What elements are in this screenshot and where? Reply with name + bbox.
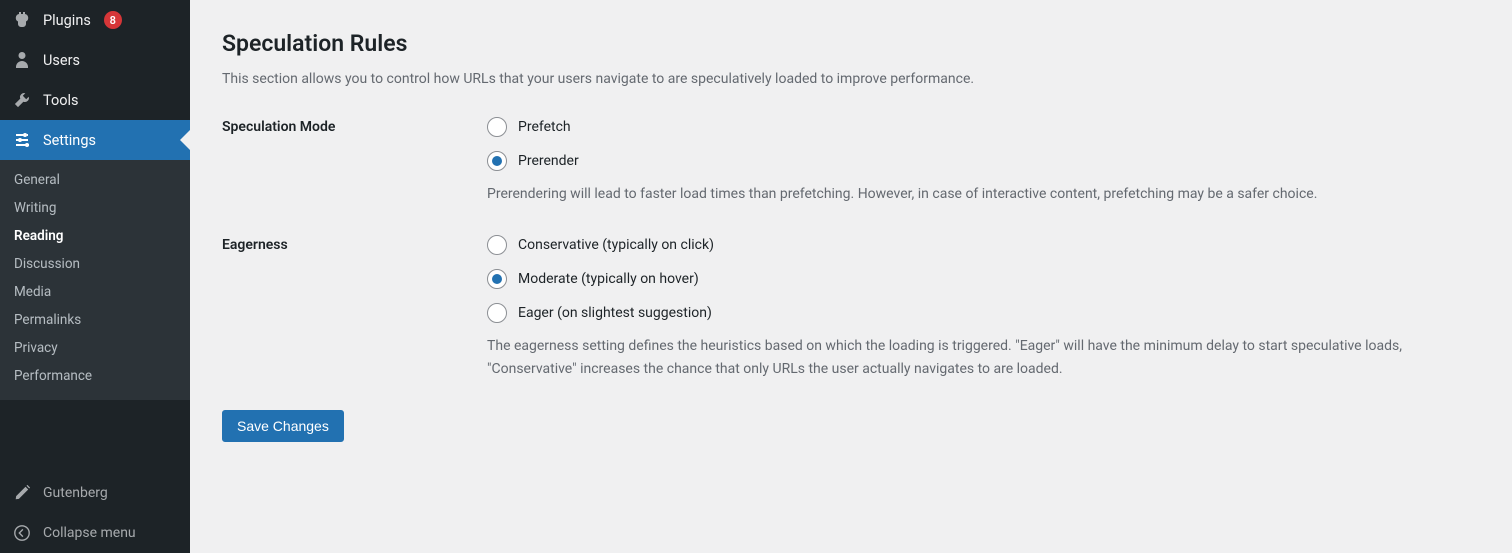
submenu-item-general[interactable]: General (0, 166, 190, 194)
menu-label: Settings (43, 132, 96, 149)
menu-label: Plugins (43, 12, 91, 29)
radio-icon (487, 269, 507, 289)
radio-eager[interactable]: Eager (on slightest suggestion) (487, 303, 1457, 323)
radio-label: Prerender (518, 153, 579, 169)
radio-icon (487, 303, 507, 323)
row-speculation-mode: Speculation Mode Prefetch Prerender Prer… (222, 117, 1482, 205)
submenu-item-reading[interactable]: Reading (0, 222, 190, 250)
collapse-icon (12, 523, 32, 543)
radio-prefetch[interactable]: Prefetch (487, 117, 1457, 137)
save-button[interactable]: Save Changes (222, 410, 344, 442)
radio-prerender[interactable]: Prerender (487, 151, 1457, 171)
section-title: Speculation Rules (222, 30, 1482, 57)
label-eagerness: Eagerness (222, 235, 487, 253)
radio-label: Prefetch (518, 119, 571, 135)
submenu-item-writing[interactable]: Writing (0, 194, 190, 222)
menu-label: Gutenberg (43, 485, 108, 501)
label-speculation-mode: Speculation Mode (222, 117, 487, 135)
eagerness-desc: The eagerness setting defines the heuris… (487, 335, 1457, 380)
radio-icon (487, 235, 507, 255)
submenu-item-media[interactable]: Media (0, 278, 190, 306)
sidebar: Plugins 8 Users Tools Settings General W… (0, 0, 190, 553)
radio-label: Conservative (typically on click) (518, 237, 714, 253)
submenu-item-discussion[interactable]: Discussion (0, 250, 190, 278)
mode-desc: Prerendering will lead to faster load ti… (487, 183, 1457, 205)
submenu-item-performance[interactable]: Performance (0, 362, 190, 390)
section-desc: This section allows you to control how U… (222, 71, 1482, 87)
sidebar-item-gutenberg[interactable]: Gutenberg (0, 473, 190, 513)
radio-label: Moderate (typically on hover) (518, 271, 699, 287)
submenu-item-permalinks[interactable]: Permalinks (0, 306, 190, 334)
sliders-icon (12, 130, 32, 150)
sidebar-item-users[interactable]: Users (0, 40, 190, 80)
radio-icon (487, 117, 507, 137)
radio-conservative[interactable]: Conservative (typically on click) (487, 235, 1457, 255)
sidebar-item-tools[interactable]: Tools (0, 80, 190, 120)
radio-moderate[interactable]: Moderate (typically on hover) (487, 269, 1457, 289)
menu-label: Collapse menu (43, 525, 136, 541)
wrench-icon (12, 90, 32, 110)
menu-label: Tools (43, 92, 79, 109)
menu-label: Users (43, 52, 80, 69)
sidebar-item-plugins[interactable]: Plugins 8 (0, 0, 190, 40)
plug-icon (12, 10, 32, 30)
radio-label: Eager (on slightest suggestion) (518, 305, 712, 321)
submenu-item-privacy[interactable]: Privacy (0, 334, 190, 362)
sidebar-item-settings[interactable]: Settings (0, 120, 190, 160)
row-eagerness: Eagerness Conservative (typically on cli… (222, 235, 1482, 380)
update-badge: 8 (104, 11, 122, 29)
user-icon (12, 50, 32, 70)
pencil-icon (12, 483, 32, 503)
content-area: Speculation Rules This section allows yo… (190, 0, 1512, 553)
radio-icon (487, 151, 507, 171)
submenu: General Writing Reading Discussion Media… (0, 160, 190, 400)
collapse-menu[interactable]: Collapse menu (0, 513, 190, 553)
